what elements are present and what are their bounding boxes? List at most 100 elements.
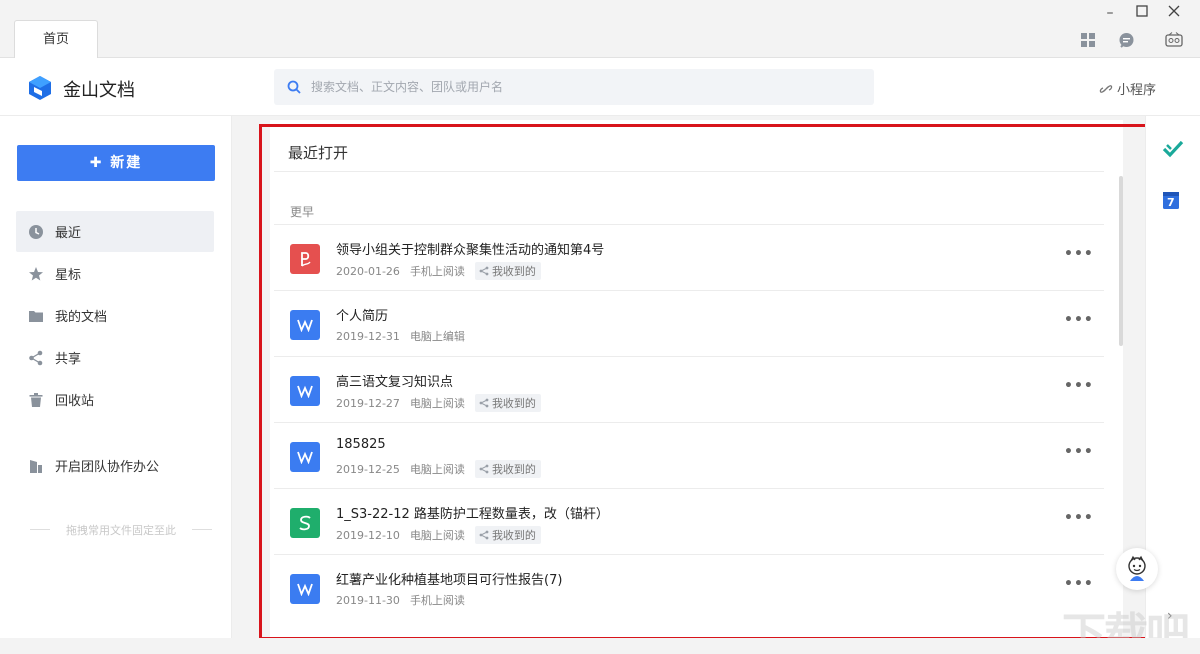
sidebar-item-label: 共享 bbox=[55, 348, 81, 367]
close-button[interactable] bbox=[1164, 3, 1184, 23]
file-row[interactable]: 领导小组关于控制群众聚集性活动的通知第4号 2020-01-26 手机上阅读 我… bbox=[274, 224, 1104, 290]
sidebar-item-starred[interactable]: 星标 bbox=[16, 253, 214, 294]
file-row[interactable]: 个人简历 2019-12-31 电脑上编辑 ••• bbox=[274, 290, 1104, 356]
sidebar-item-label: 回收站 bbox=[55, 390, 94, 409]
badge-label: 我收到的 bbox=[492, 395, 536, 411]
word-file-icon bbox=[290, 442, 320, 472]
received-badge: 我收到的 bbox=[475, 394, 541, 412]
file-row[interactable]: 红薯产业化种植基地项目可行性报告(7) 2019-11-30 手机上阅读 ••• bbox=[274, 554, 1104, 620]
file-name[interactable]: 红薯产业化种植基地项目可行性报告(7) bbox=[336, 569, 562, 588]
link-icon bbox=[1098, 81, 1114, 97]
file-action: 电脑上编辑 bbox=[410, 328, 465, 344]
new-button[interactable]: ✚ 新建 bbox=[17, 145, 215, 181]
file-action: 电脑上阅读 bbox=[410, 395, 465, 411]
search-icon bbox=[287, 80, 301, 94]
search-input[interactable] bbox=[311, 69, 851, 105]
file-row[interactable]: 高三语文复习知识点 2019-12-27 电脑上阅读 我收到的 ••• bbox=[274, 356, 1104, 422]
divider bbox=[274, 171, 1104, 172]
minimize-button[interactable]: – bbox=[1100, 3, 1120, 23]
main-content: 最近打开 更早 领导小组关于控制群众聚集性活动的通知第4号 2020-01-26… bbox=[232, 116, 1145, 638]
group-label: 更早 bbox=[290, 203, 314, 220]
file-action: 电脑上阅读 bbox=[410, 461, 465, 477]
file-name[interactable]: 高三语文复习知识点 bbox=[336, 371, 453, 390]
badge-label: 我收到的 bbox=[492, 263, 536, 279]
more-options-button[interactable]: ••• bbox=[1064, 510, 1094, 526]
new-button-label: 新建 bbox=[110, 155, 142, 171]
sidebar-item-trash[interactable]: 回收站 bbox=[16, 379, 214, 420]
more-options-button[interactable]: ••• bbox=[1064, 378, 1094, 394]
badge-label: 我收到的 bbox=[492, 527, 536, 543]
apps-grid-icon[interactable] bbox=[1080, 32, 1100, 52]
file-name[interactable]: 个人简历 bbox=[336, 305, 388, 324]
word-file-icon bbox=[290, 310, 320, 340]
more-options-button[interactable]: ••• bbox=[1064, 444, 1094, 460]
file-name[interactable]: 领导小组关于控制群众聚集性活动的通知第4号 bbox=[336, 239, 604, 258]
received-badge: 我收到的 bbox=[475, 262, 541, 280]
file-date: 2019-12-31 bbox=[336, 330, 400, 343]
star-icon bbox=[28, 266, 44, 282]
assistant-button[interactable] bbox=[1116, 548, 1158, 590]
file-meta: 2019-11-30 手机上阅读 bbox=[336, 592, 465, 608]
sidebar-item-my-docs[interactable]: 我的文档 bbox=[16, 295, 214, 336]
file-date: 2019-12-27 bbox=[336, 397, 400, 410]
more-options-button[interactable]: ••• bbox=[1064, 576, 1094, 592]
panel-title: 最近打开 bbox=[288, 142, 348, 163]
received-badge: 我收到的 bbox=[475, 526, 541, 544]
title-bar: 首页 – bbox=[0, 0, 1200, 58]
scrollbar[interactable] bbox=[1119, 176, 1123, 346]
file-meta: 2019-12-25 电脑上阅读 我收到的 bbox=[336, 460, 541, 478]
share-icon bbox=[479, 464, 489, 474]
sidebar-item-recent[interactable]: 最近 bbox=[16, 211, 214, 252]
more-options-button[interactable]: ••• bbox=[1064, 246, 1094, 262]
share-icon bbox=[479, 398, 489, 408]
file-meta: 2019-12-10 电脑上阅读 我收到的 bbox=[336, 526, 541, 544]
sidebar-item-label: 我的文档 bbox=[55, 306, 107, 325]
badge-label: 我收到的 bbox=[492, 461, 536, 477]
trash-icon bbox=[28, 392, 44, 408]
avatar[interactable] bbox=[1165, 32, 1185, 52]
maximize-button[interactable] bbox=[1132, 3, 1152, 23]
received-badge: 我收到的 bbox=[475, 460, 541, 478]
file-date: 2020-01-26 bbox=[336, 265, 400, 278]
sidebar-item-team[interactable]: 开启团队协作办公 bbox=[16, 445, 214, 486]
calendar-icon[interactable]: 7 bbox=[1162, 190, 1184, 212]
close-icon bbox=[1168, 5, 1180, 17]
check-icon[interactable] bbox=[1162, 138, 1184, 160]
file-name[interactable]: 1_S3-22-12 路基防护工程数量表，改（锚杆） bbox=[336, 503, 609, 522]
sidebar-item-label: 开启团队协作办公 bbox=[55, 456, 159, 475]
recent-panel: 最近打开 更早 领导小组关于控制群众聚集性活动的通知第4号 2020-01-26… bbox=[270, 120, 1123, 638]
file-meta: 2020-01-26 手机上阅读 我收到的 bbox=[336, 262, 541, 280]
file-action: 手机上阅读 bbox=[410, 263, 465, 279]
calendar-day: 7 bbox=[1167, 196, 1175, 209]
sheet-file-icon bbox=[290, 508, 320, 538]
file-row[interactable]: 1_S3-22-12 路基防护工程数量表，改（锚杆） 2019-12-10 电脑… bbox=[274, 488, 1104, 554]
plus-icon: ✚ bbox=[90, 155, 111, 171]
assistant-icon bbox=[1123, 555, 1151, 583]
drag-hint: 拖拽常用文件固定至此 bbox=[30, 522, 212, 538]
file-date: 2019-12-25 bbox=[336, 463, 400, 476]
logo-icon bbox=[27, 75, 53, 101]
tab-home[interactable]: 首页 bbox=[14, 20, 98, 59]
mini-program-link[interactable]: 小程序 bbox=[1098, 79, 1156, 98]
file-row[interactable]: 185825 2019-12-25 电脑上阅读 我收到的 ••• bbox=[274, 422, 1104, 488]
word-file-icon bbox=[290, 574, 320, 604]
folder-icon bbox=[28, 308, 44, 324]
message-icon[interactable] bbox=[1118, 32, 1138, 52]
mini-program-label: 小程序 bbox=[1117, 79, 1156, 98]
pdf-file-icon bbox=[290, 244, 320, 274]
team-icon bbox=[28, 458, 44, 474]
maximize-icon bbox=[1136, 5, 1148, 17]
sidebar-item-shared[interactable]: 共享 bbox=[16, 337, 214, 378]
file-action: 手机上阅读 bbox=[410, 592, 465, 608]
share-icon bbox=[479, 530, 489, 540]
search-box[interactable] bbox=[274, 69, 874, 105]
file-meta: 2019-12-27 电脑上阅读 我收到的 bbox=[336, 394, 541, 412]
file-meta: 2019-12-31 电脑上编辑 bbox=[336, 328, 465, 344]
bottom-strip bbox=[0, 638, 1200, 654]
more-options-button[interactable]: ••• bbox=[1064, 312, 1094, 328]
brand-name: 金山文档 bbox=[63, 76, 135, 102]
file-name[interactable]: 185825 bbox=[336, 437, 386, 452]
sidebar: ✚ 新建 最近 星标 我的文档 共享 回收站 开启团队协作办公 拖拽常用文件固定… bbox=[0, 116, 232, 638]
sidebar-item-label: 星标 bbox=[55, 264, 81, 283]
clock-icon bbox=[28, 224, 44, 240]
